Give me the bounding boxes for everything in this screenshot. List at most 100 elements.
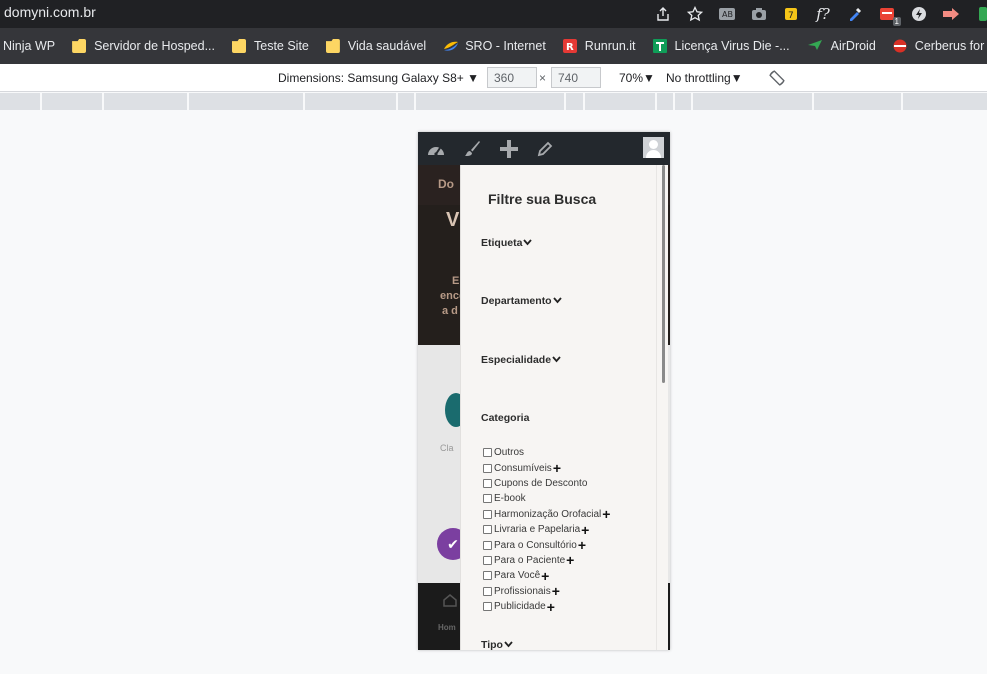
filter-section-tipo[interactable]: Tipo: [481, 639, 513, 650]
bookmark-airdroid[interactable]: AirDroid: [807, 39, 884, 53]
bookmark-label: Licença Virus Die -...: [674, 39, 790, 53]
licenca-icon: [652, 39, 667, 53]
folder-icon: [232, 39, 246, 53]
sro-icon: [443, 39, 459, 53]
category-item[interactable]: Harmonização Orofacial +: [483, 507, 610, 522]
device-dimensions-select[interactable]: Dimensions: Samsung Galaxy S8+ ▼: [278, 71, 479, 85]
category-item[interactable]: Livraria e Papelaria +: [483, 522, 610, 537]
panel-scrollbar[interactable]: [656, 165, 668, 650]
category-checkbox[interactable]: [483, 555, 492, 565]
function-extension-icon[interactable]: f?: [807, 2, 839, 26]
category-checkbox[interactable]: [483, 540, 492, 550]
expand-plus-icon[interactable]: +: [547, 600, 555, 614]
bookmarks-bar: Ninja WP Servidor de Hosped... Teste Sit…: [0, 28, 987, 64]
category-checkbox[interactable]: [483, 478, 492, 488]
category-checkbox[interactable]: [483, 463, 492, 473]
hero-text: E: [452, 275, 460, 287]
category-item[interactable]: Profissionais +: [483, 584, 610, 599]
bookmark-servidor[interactable]: Servidor de Hosped...: [72, 39, 223, 53]
bookmark-ninja-wp[interactable]: Ninja WP: [3, 39, 63, 53]
bookmark-teste-site[interactable]: Teste Site: [232, 39, 317, 53]
rotate-icon[interactable]: [768, 69, 786, 90]
category-label: E-book: [494, 493, 526, 505]
bookmark-sro[interactable]: SRO - Internet: [443, 39, 554, 53]
bookmark-cerberus[interactable]: Cerberus for Andro: [893, 39, 987, 53]
category-label: Para Você: [494, 570, 541, 582]
tag-extension-icon[interactable]: 7: [775, 2, 807, 26]
zoom-select[interactable]: 70%▼: [619, 71, 655, 85]
category-checkbox[interactable]: [483, 586, 492, 596]
device-height-input[interactable]: 740: [551, 67, 601, 88]
address-bar: domyni.com.br AB 7 f? 1: [0, 0, 987, 28]
bookmark-label: Ninja WP: [3, 39, 56, 53]
bookmark-runrun[interactable]: R Runrun.it: [562, 39, 644, 53]
media-query-ruler[interactable]: [0, 93, 987, 110]
bookmark-licenca[interactable]: Licença Virus Die -...: [652, 39, 798, 53]
dashboard-icon[interactable]: [426, 139, 446, 159]
bookmark-star-icon[interactable]: [679, 2, 711, 26]
lightning-extension-icon[interactable]: [903, 2, 935, 26]
category-label: Para o Paciente: [494, 554, 566, 566]
category-checkbox[interactable]: [483, 494, 492, 504]
share-icon[interactable]: [647, 2, 679, 26]
category-checkbox[interactable]: [483, 525, 492, 535]
section-label: Etiqueta: [481, 237, 523, 249]
category-item[interactable]: Para o Paciente +: [483, 553, 610, 568]
category-item[interactable]: Publicidade +: [483, 599, 610, 614]
category-item[interactable]: Para o Consultório +: [483, 537, 610, 552]
throttling-label: No throttling: [666, 71, 731, 85]
filter-section-departamento[interactable]: Departamento: [481, 295, 562, 307]
bookmark-label: Servidor de Hosped...: [94, 39, 215, 53]
home-icon[interactable]: [442, 593, 458, 612]
filter-section-etiqueta[interactable]: Etiqueta: [481, 237, 533, 249]
expand-plus-icon[interactable]: +: [553, 461, 561, 475]
bookmark-label: Teste Site: [254, 39, 309, 53]
arrow-extension-icon[interactable]: [935, 2, 967, 26]
category-item[interactable]: E-book: [483, 491, 610, 506]
expand-plus-icon[interactable]: +: [566, 553, 574, 567]
svg-text:R: R: [566, 42, 574, 53]
category-label: Profissionais: [494, 585, 551, 597]
svg-text:AB: AB: [722, 10, 733, 19]
device-toolbar: Dimensions: Samsung Galaxy S8+ ▼ 360 × 7…: [0, 64, 987, 92]
category-item[interactable]: Para Você +: [483, 568, 610, 583]
category-checkbox[interactable]: [483, 571, 492, 581]
expand-plus-icon[interactable]: +: [578, 538, 586, 552]
edit-pencil-icon[interactable]: [535, 139, 555, 159]
device-viewport: Do V E enco a d Cla Hom ✔ Filtre sua Bus…: [418, 132, 670, 650]
category-item[interactable]: Cupons de Desconto: [483, 476, 610, 491]
filter-section-especialidade[interactable]: Especialidade: [481, 354, 561, 366]
expand-plus-icon[interactable]: +: [541, 569, 549, 583]
category-item[interactable]: Consumíveis +: [483, 460, 610, 475]
category-checkbox[interactable]: [483, 509, 492, 519]
section-label: Tipo: [481, 639, 503, 650]
url-text[interactable]: domyni.com.br: [4, 4, 96, 20]
bookmark-label: Runrun.it: [584, 39, 636, 53]
zoom-label: 70%: [619, 71, 644, 85]
caret-down-icon: ▼: [730, 71, 743, 85]
bookmark-vida-saudavel[interactable]: Vida saudável: [325, 39, 434, 53]
category-item[interactable]: Outros: [483, 445, 610, 460]
device-width-input[interactable]: 360: [487, 67, 537, 88]
section-label: Especialidade: [481, 354, 552, 366]
throttling-select[interactable]: No throttling▼: [666, 71, 743, 85]
expand-plus-icon[interactable]: +: [552, 584, 560, 598]
category-label: Publicidade: [494, 601, 546, 613]
bookmark-label: Vida saudável: [347, 39, 427, 53]
translate-extension-icon[interactable]: AB: [711, 2, 743, 26]
eyedropper-icon[interactable]: [839, 2, 871, 26]
bookmark-label: Cerberus for Andro: [914, 39, 987, 53]
runrun-icon: R: [562, 39, 577, 53]
expand-plus-icon[interactable]: +: [602, 507, 610, 521]
category-checkbox[interactable]: [483, 602, 492, 612]
customize-brush-icon[interactable]: [462, 139, 482, 159]
camera-extension-icon[interactable]: [743, 2, 775, 26]
expand-plus-icon[interactable]: +: [581, 523, 589, 537]
calendar-extension-icon[interactable]: 1: [871, 2, 903, 26]
category-checkbox[interactable]: [483, 448, 492, 458]
filter-section-categoria: Categoria: [481, 412, 529, 424]
green-extension-icon[interactable]: [967, 2, 987, 26]
add-new-plus-icon[interactable]: [499, 139, 519, 159]
scrollbar-thumb[interactable]: [662, 165, 665, 383]
avatar[interactable]: [643, 137, 664, 158]
